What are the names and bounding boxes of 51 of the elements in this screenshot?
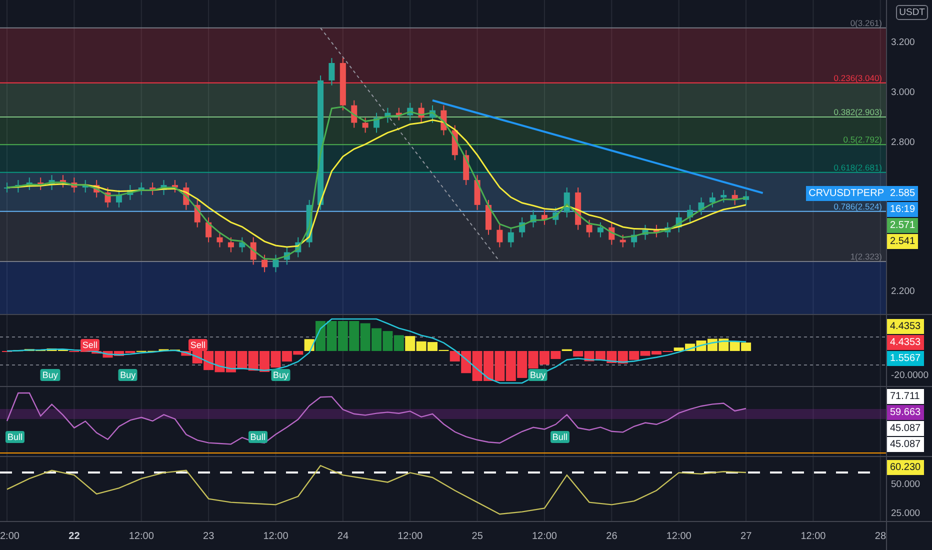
- signal-label: Sell: [188, 339, 208, 351]
- time-label: 12:00: [263, 530, 288, 544]
- price-label: 45.087: [887, 437, 924, 452]
- axis-label: 3.000: [891, 86, 915, 99]
- price-label: 4.4353: [887, 319, 924, 334]
- signal-label: Buy: [271, 369, 291, 381]
- fib-level-label: 0(3.261): [850, 18, 882, 28]
- signal-label: Buy: [528, 369, 548, 381]
- fib-level-label: 0.618(2.681): [834, 162, 882, 172]
- time-label: 12:00: [532, 530, 557, 544]
- axis-label: 25.000: [891, 508, 920, 520]
- signal-label: Sell: [80, 339, 100, 351]
- axis-label: 2.800: [891, 136, 915, 149]
- time-label: 23: [203, 530, 214, 544]
- signal-label: Bull: [6, 431, 24, 443]
- signal-label: Bull: [248, 431, 268, 443]
- fib-level-label: 0.786(2.524): [834, 201, 882, 212]
- time-label: 26: [606, 530, 618, 544]
- axis-label: 2.200: [891, 286, 915, 298]
- time-label: 2:00: [0, 530, 20, 544]
- axis-label: 50.000: [891, 478, 920, 491]
- signal-label: Buy: [118, 369, 138, 381]
- time-label: 22: [68, 530, 80, 544]
- time-label: 25: [472, 530, 483, 544]
- price-label: 71.711: [887, 389, 924, 404]
- fib-level-label: 0.5(2.792): [843, 134, 882, 145]
- time-label: 28: [874, 530, 886, 544]
- symbol-label: CRVUSDTPERP: [806, 186, 887, 201]
- fib-level-label: 1(2.323): [850, 251, 882, 262]
- price-label: 2.585: [887, 186, 918, 201]
- price-label: 60.230: [887, 460, 924, 475]
- time-label: 12:00: [666, 530, 692, 544]
- price-label: 2.541: [887, 234, 918, 249]
- time-label: 27: [740, 530, 752, 544]
- price-label: 16:19: [887, 202, 918, 217]
- fib-level-label: 0.382(2.903): [834, 107, 882, 118]
- signal-label: Bull: [550, 431, 570, 443]
- price-label: 4.4353: [887, 335, 924, 350]
- time-label: 12:00: [128, 530, 154, 544]
- axis-label: -20.0000: [891, 370, 929, 382]
- price-label: 45.087: [887, 421, 924, 436]
- time-label: 12:00: [398, 530, 423, 544]
- price-label: 2.571: [887, 218, 918, 233]
- signal-label: Buy: [40, 369, 60, 381]
- axis-label: 3.200: [891, 37, 915, 50]
- price-label: 1.5567: [887, 351, 924, 366]
- fib-level-label: 0.236(3.040): [834, 72, 882, 83]
- time-label: 24: [337, 530, 349, 544]
- time-label: 12:00: [800, 530, 826, 544]
- currency-label[interactable]: USDT: [896, 5, 928, 20]
- price-label: 59.663: [887, 405, 924, 420]
